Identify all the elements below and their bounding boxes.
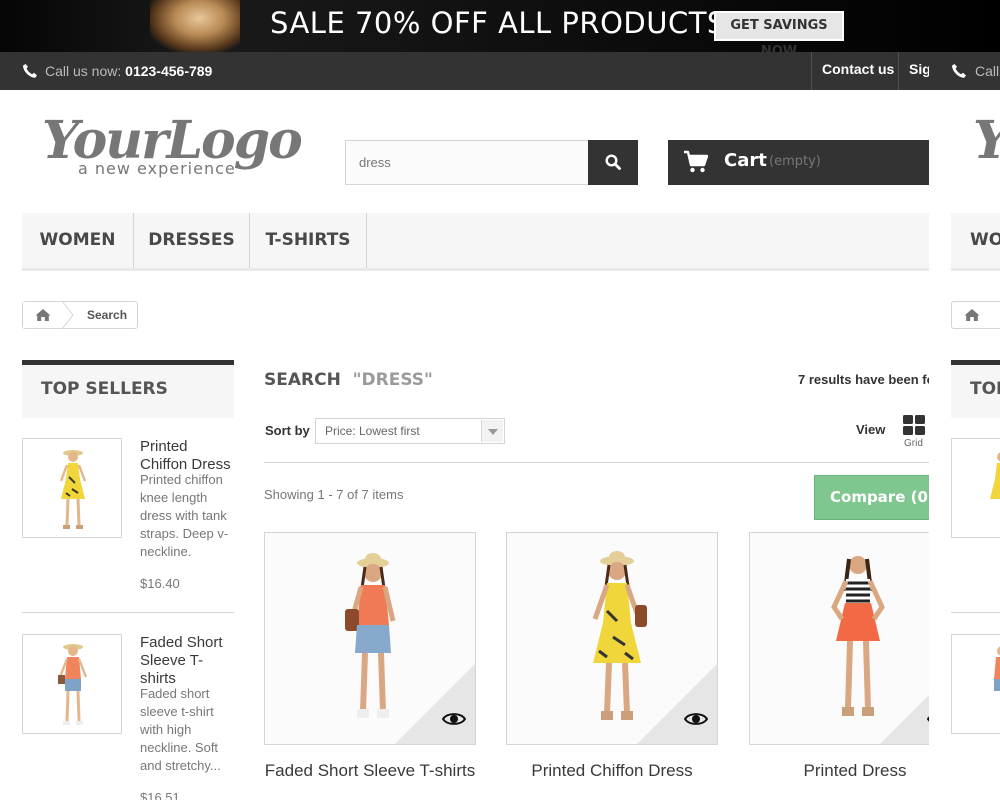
product-name[interactable]: Faded Short Sleeve T-shirts	[264, 760, 476, 782]
menu-item-clipped[interactable]: WO	[970, 230, 1000, 250]
banner-headline: SALE 70% OFF ALL PRODUCTS	[270, 6, 726, 40]
phone-icon	[952, 64, 966, 78]
breadcrumb: Search	[22, 301, 138, 329]
quick-view-corner	[395, 664, 475, 744]
call-us-text-clipped: Call	[975, 63, 1000, 79]
sidebar-product-thumbnail-clipped[interactable]	[951, 634, 1000, 734]
top-sellers-title-clipped: TOP	[970, 379, 1000, 399]
phone-icon	[23, 64, 37, 78]
top-sellers-header-clipped: TOP	[951, 360, 1000, 418]
sidebar-product-price: $16.40	[140, 576, 180, 591]
layout-gutter	[929, 90, 951, 800]
product-photo-yellow-dress	[59, 450, 87, 529]
view-label: View	[856, 422, 886, 437]
search-input[interactable]: dress	[345, 140, 589, 185]
main-menu-clipped: WO	[951, 213, 1000, 271]
home-icon[interactable]	[964, 308, 980, 322]
menu-item-women[interactable]: Women	[22, 213, 134, 268]
contact-us-link[interactable]: Contact us	[811, 52, 904, 90]
sidebar-product-thumbnail-clipped[interactable]	[951, 438, 1000, 538]
sidebar-product-name[interactable]: Faded Short Sleeve T-shirts	[140, 634, 234, 688]
sidebar-divider	[22, 612, 234, 613]
cart-status: (empty)	[769, 154, 821, 169]
sidebar-product-thumbnail[interactable]	[22, 634, 122, 734]
sidebar-product-description: Printed chiffon knee length dress with t…	[140, 472, 229, 559]
search-icon	[605, 154, 621, 170]
product-image[interactable]	[264, 532, 476, 745]
grid-icon[interactable]	[903, 415, 925, 435]
product-image[interactable]	[506, 532, 718, 745]
promo-banner[interactable]: SALE 70% OFF ALL PRODUCTS GET SAVINGS NO…	[0, 0, 1000, 52]
product-card: Faded Short Sleeve T-shirts	[264, 532, 476, 800]
menu-item-dresses[interactable]: Dresses	[134, 213, 250, 268]
phone-number: 0123-456-789	[125, 63, 213, 79]
top-bar: Call us now: 0123-456-789 Contact us Sig…	[0, 52, 1000, 90]
sidebar-product-name[interactable]: Printed Chiffon Dress	[140, 438, 235, 474]
sidebar-divider-clipped	[951, 612, 1000, 613]
get-savings-button[interactable]: GET SAVINGS NOW	[714, 11, 844, 52]
cart-icon	[684, 150, 709, 173]
breadcrumb-separator	[62, 301, 74, 329]
product-photo-orange-top	[994, 646, 1000, 691]
showing-count: Showing 1 - 7 of 7 items	[264, 487, 404, 502]
product-name[interactable]: Printed Dress	[749, 760, 929, 782]
quick-view-corner	[637, 664, 717, 744]
product-name[interactable]: Printed Chiffon Dress	[506, 760, 718, 782]
chevron-down-icon	[481, 420, 503, 442]
page-title-label: Search	[264, 370, 341, 390]
home-icon	[35, 309, 51, 321]
product-photo-yellow-dress	[990, 452, 1000, 499]
sort-by-label: Sort by	[265, 423, 310, 438]
sort-select[interactable]: Price: Lowest first	[315, 418, 505, 444]
grid-view-label: Grid	[904, 438, 923, 449]
compare-button[interactable]: Compare (0)	[814, 475, 934, 520]
product-image[interactable]	[749, 532, 929, 745]
breadcrumb-clipped	[951, 301, 1000, 329]
menu-item-tshirts[interactable]: T-shirts	[250, 213, 367, 268]
logo-tagline: a new experience	[78, 159, 236, 178]
sidebar-product: Faded Short Sleeve T-shirts Faded short …	[22, 634, 234, 800]
quick-view-corner	[880, 664, 929, 744]
cart-button[interactable]: Cart (empty)	[668, 140, 929, 185]
content-divider	[264, 462, 929, 463]
store-logo-clipped: Y	[973, 110, 1000, 171]
sign-in-link[interactable]: Sig	[898, 52, 929, 90]
search-query: "dress"	[352, 370, 433, 390]
call-us-label: Call us now:	[45, 63, 122, 79]
sidebar-product-thumbnail[interactable]	[22, 438, 122, 538]
sidebar-product-description: Faded short sleeve t-shirt with high nec…	[140, 686, 221, 773]
page-title: Search "dress"	[264, 370, 433, 390]
eye-icon[interactable]	[684, 711, 708, 727]
results-count: 7 results have been fo	[798, 372, 929, 387]
sort-select-value: Price: Lowest first	[325, 424, 420, 438]
cart-label: Cart	[724, 150, 767, 171]
eye-icon[interactable]	[442, 711, 466, 727]
sidebar-product-price: $16.51	[140, 790, 180, 800]
product-grid: Faded Short Sleeve T-shirts Printed Chif…	[264, 532, 929, 800]
breadcrumb-current: Search	[87, 308, 128, 322]
product-card: Printed Chiffon Dress	[506, 532, 718, 800]
search-button[interactable]	[588, 140, 638, 185]
breadcrumb-home[interactable]	[23, 302, 63, 328]
call-us-text: Call us now: 0123-456-789	[45, 63, 212, 79]
banner-model-image	[150, 0, 240, 52]
product-photo-orange-top	[58, 644, 88, 725]
store-logo[interactable]: YourLogo a new experience	[42, 110, 303, 185]
sidebar-product: Printed Chiffon Dress Printed chiffon kn…	[22, 438, 234, 608]
top-sellers-title: Top sellers	[41, 379, 168, 399]
product-card: Printed Dress	[749, 532, 929, 800]
main-menu: Women Dresses T-shirts	[22, 213, 929, 271]
top-sellers-header[interactable]: Top sellers	[22, 360, 234, 418]
